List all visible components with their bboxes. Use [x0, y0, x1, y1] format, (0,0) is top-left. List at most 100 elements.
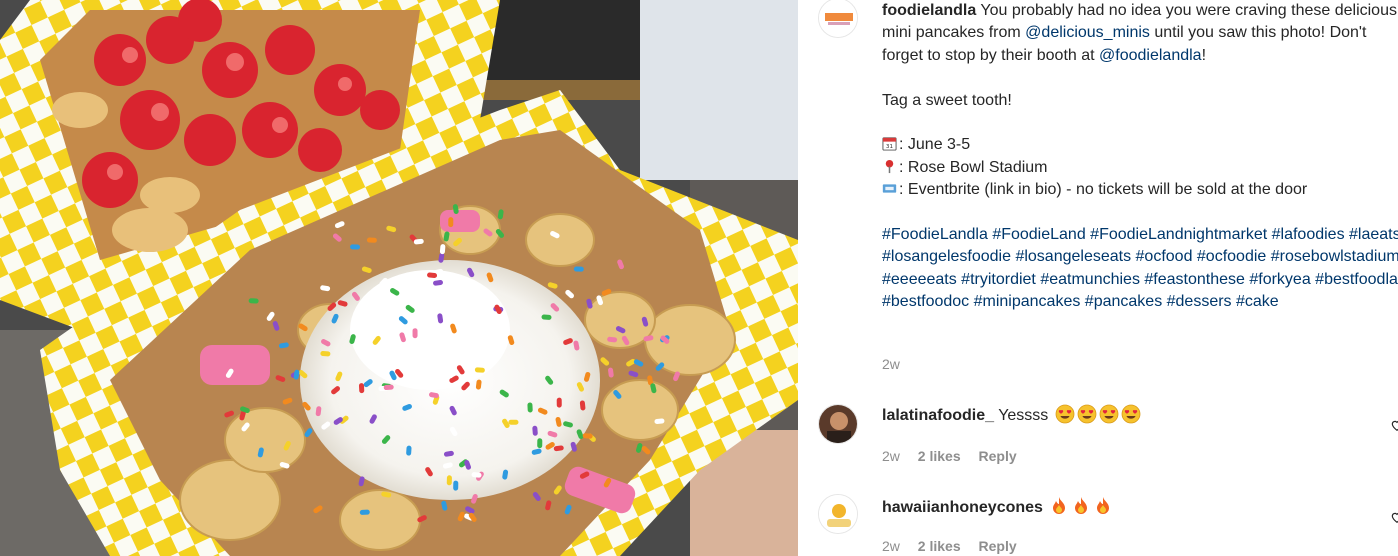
ticket-line: : Eventbrite (link in bio) - no tickets …	[899, 181, 1308, 199]
comment-likes[interactable]: 2 likes	[918, 448, 961, 464]
sprinkle	[386, 225, 397, 233]
fire-emoji-icon	[1053, 497, 1066, 514]
sprinkle	[279, 461, 290, 469]
sprinkle	[372, 335, 381, 345]
sprinkle	[275, 375, 286, 382]
sprinkle	[257, 447, 264, 458]
date-line: : June 3-5	[899, 136, 971, 154]
sprinkle	[447, 368, 454, 379]
sprinkle	[579, 400, 586, 411]
sprinkle	[468, 512, 477, 522]
sprinkle	[405, 304, 415, 313]
sprinkle	[298, 369, 308, 379]
sprinkle	[240, 406, 250, 414]
location-line: : Rose Bowl Stadium	[899, 158, 1048, 176]
sprinkle	[465, 506, 475, 514]
sprinkle	[532, 492, 541, 502]
sprinkle	[643, 335, 654, 342]
sprinkle	[443, 450, 454, 457]
sprinkle	[563, 338, 573, 345]
commenter-username[interactable]: hawaiianhoneycones	[882, 499, 1043, 516]
sprinkle	[555, 416, 562, 427]
commenter-avatar[interactable]	[818, 494, 858, 534]
sprinkle	[315, 406, 322, 417]
sprinkle	[613, 390, 622, 399]
sprinkle	[313, 505, 323, 514]
mention-delicious-minis[interactable]: @delicious_minis	[1025, 24, 1150, 41]
sprinkle	[225, 368, 234, 378]
post-photo	[0, 0, 798, 556]
sprinkle	[417, 515, 427, 523]
post-timestamp[interactable]: 2w	[882, 356, 900, 372]
sprinkle	[626, 358, 636, 367]
sprinkle	[615, 326, 626, 334]
author-avatar[interactable]	[818, 0, 858, 38]
sprinkle	[471, 472, 482, 478]
reply-button[interactable]: Reply	[979, 538, 1017, 554]
sprinkle	[563, 421, 573, 428]
heart-eyes-emoji-icon	[1077, 404, 1097, 424]
sprinkle	[673, 371, 680, 382]
sprinkle	[565, 289, 574, 299]
sprinkle	[298, 323, 308, 332]
sprinkle	[321, 421, 331, 430]
sprinkle	[553, 485, 562, 495]
sprinkle	[398, 316, 408, 325]
sprinkle	[443, 231, 450, 242]
sprinkle	[349, 334, 356, 344]
sprinkle	[471, 493, 478, 504]
comment-time[interactable]: 2w	[882, 448, 900, 464]
sprinkle	[358, 476, 365, 487]
sprinkle	[433, 268, 444, 276]
hashtags[interactable]: #FoodieLandla #FoodieLand #FoodieLandnig…	[882, 224, 1398, 314]
sprinkle	[586, 298, 593, 309]
sprinkle	[332, 233, 342, 242]
pin-icon	[885, 159, 894, 173]
sprinkle	[333, 417, 343, 425]
sprinkle	[497, 209, 504, 220]
sprinkle	[573, 340, 580, 351]
sprinkle	[583, 371, 591, 382]
heart-eyes-emoji-icon	[1121, 404, 1141, 424]
post-time[interactable]: 2w	[882, 356, 900, 372]
sprinkle	[550, 231, 560, 239]
author-username[interactable]: foodielandla	[882, 2, 976, 19]
sprinkle	[608, 367, 614, 378]
commenter-username[interactable]: lalatinafoodie_	[882, 407, 994, 424]
reply-button[interactable]: Reply	[979, 448, 1017, 464]
sprinkle	[607, 336, 618, 343]
sprinkle	[304, 428, 313, 438]
sprinkle	[390, 288, 400, 296]
sprinkle	[545, 500, 552, 511]
sprinkle	[641, 316, 649, 327]
sprinkle	[272, 321, 280, 331]
sprinkle	[266, 311, 275, 321]
comment-meta: 2w 2 likes Reply	[882, 538, 1017, 554]
comment-time[interactable]: 2w	[882, 538, 900, 554]
comment-likes[interactable]: 2 likes	[918, 538, 961, 554]
sprinkle	[381, 491, 392, 498]
sprinkle	[655, 362, 665, 371]
commenter-avatar[interactable]	[818, 404, 858, 444]
ticket-icon	[882, 184, 897, 193]
like-heart-icon[interactable]	[1390, 510, 1398, 524]
sprinkle	[483, 228, 493, 237]
sprinkle	[241, 422, 250, 432]
sprinkle	[545, 375, 554, 385]
fire-emoji-icon	[1075, 497, 1088, 514]
sprinkle	[660, 335, 670, 344]
sprinkle	[641, 445, 651, 455]
sprinkle	[320, 285, 331, 292]
sprinkle	[321, 339, 331, 347]
mention-foodielandla[interactable]: @foodielandla	[1099, 47, 1202, 64]
like-heart-icon[interactable]	[1390, 418, 1398, 432]
sprinkle	[449, 426, 458, 437]
sprinkle	[635, 443, 643, 453]
pancake-photo	[0, 0, 798, 556]
sprinkle	[399, 332, 406, 343]
sprinkle	[499, 389, 509, 398]
sprinkle	[494, 304, 502, 315]
comment-emojis	[1053, 404, 1141, 424]
sprinkle	[502, 418, 510, 429]
sprinkle	[596, 295, 604, 306]
